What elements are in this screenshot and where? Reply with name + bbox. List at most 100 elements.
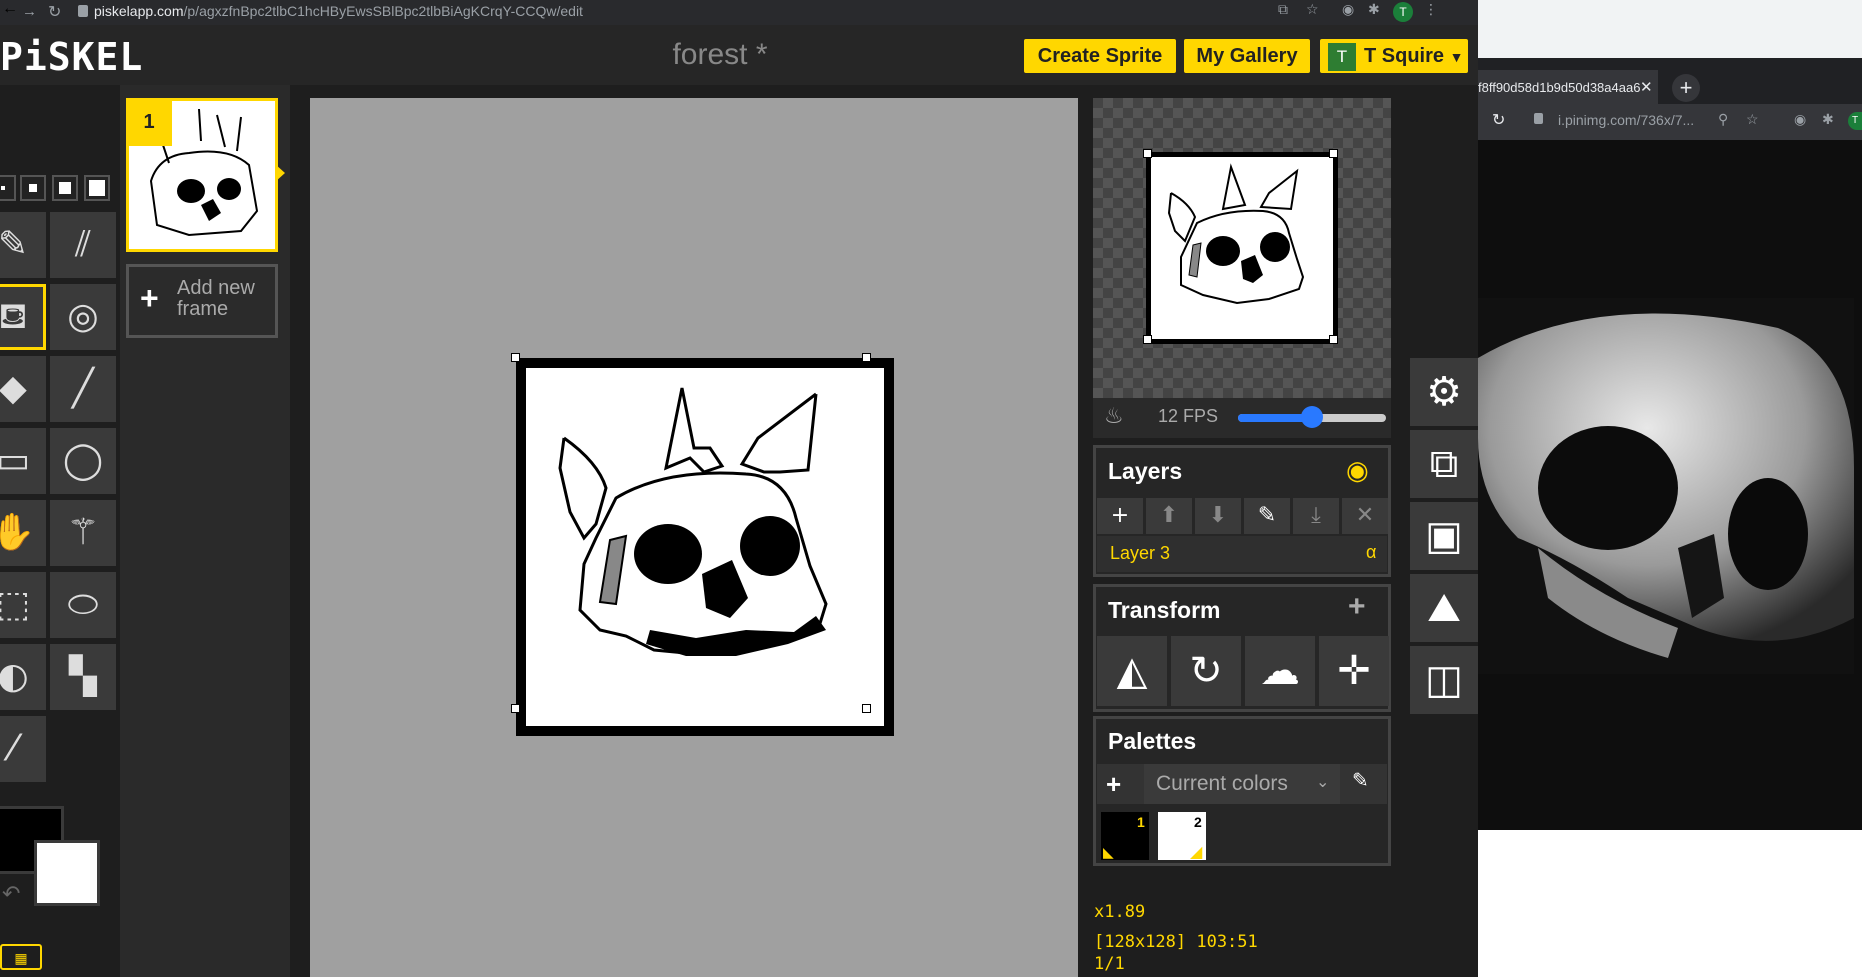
move-hand-tool[interactable]: ✋: [0, 500, 46, 566]
layers-title: Layers: [1108, 458, 1183, 484]
palette-swatch-index: 1: [1137, 814, 1145, 830]
user-avatar: T: [1328, 43, 1356, 71]
transform-add-icon[interactable]: +: [1348, 590, 1366, 624]
reload-icon[interactable]: ↻: [1492, 110, 1505, 129]
rectangle-selection-tool[interactable]: ⬚: [0, 572, 46, 638]
preview-handle: [1329, 335, 1338, 344]
skull-photo-render: [1478, 298, 1854, 674]
preview-handle: [1143, 149, 1152, 158]
pen-size-4[interactable]: [84, 175, 110, 201]
frame-number: 1: [126, 98, 172, 146]
layer-alpha-icon[interactable]: α: [1366, 542, 1376, 563]
skull-reference-photo[interactable]: [1478, 298, 1854, 674]
pen-size-3[interactable]: [52, 175, 78, 201]
transform-title: Transform: [1108, 597, 1221, 623]
magic-wand-tool[interactable]: ⚚: [50, 500, 116, 566]
palette-select-value: Current colors: [1156, 772, 1288, 795]
flip-icon[interactable]: ◭: [1097, 636, 1167, 706]
rectangle-tool[interactable]: ▭: [0, 428, 46, 494]
swap-colors-icon[interactable]: ↶: [2, 882, 20, 907]
resize-icon[interactable]: ⧉: [1410, 430, 1478, 498]
settings-gear-icon[interactable]: ⚙: [1410, 358, 1478, 426]
eye-icon[interactable]: ◉: [1346, 456, 1369, 486]
preview-sprite: [1146, 152, 1338, 344]
stroke-tool[interactable]: ╱: [50, 356, 116, 422]
user-name: T Squire: [1364, 45, 1445, 67]
palettes-title: Palettes: [1108, 728, 1197, 754]
forward-icon[interactable]: →: [22, 3, 37, 20]
preview-skull-drawing: [1167, 163, 1305, 305]
reload-icon[interactable]: ↻: [48, 2, 61, 22]
frame-counter: 1/1: [1094, 954, 1125, 974]
merge-layer-button[interactable]: ⤓: [1293, 498, 1339, 534]
zoom-level: x1.89: [1094, 902, 1146, 922]
profile-avatar[interactable]: T: [1393, 2, 1413, 22]
lock-icon: [1534, 113, 1543, 124]
onion-skin-icon[interactable]: ♨: [1104, 404, 1124, 429]
second-address-bar[interactable]: i.pinimg.com/736x/7...: [1558, 112, 1694, 128]
lock-icon: [78, 5, 88, 17]
zoom-icon[interactable]: ⚲: [1718, 111, 1728, 128]
delete-layer-button[interactable]: ✕: [1342, 498, 1388, 534]
canvas-resize-handle[interactable]: [511, 353, 520, 362]
bookmark-star-icon[interactable]: ☆: [1746, 111, 1759, 128]
lighten-tool[interactable]: ◐: [0, 644, 46, 710]
ellipse-tool[interactable]: ◯: [50, 428, 116, 494]
url-path: /p/agxzfnBpc2tlbC1hcHByEwsSBlBpc2tlbBiAg…: [183, 3, 583, 19]
skull-sprite-drawing: [558, 387, 828, 656]
palette-swatch-index: 2: [1194, 814, 1202, 830]
eraser-tool[interactable]: ◆: [0, 356, 46, 422]
tab-title: f8ff90d58d1b9d50d38a4aa6: [1478, 80, 1641, 95]
close-tab-icon[interactable]: ✕: [1640, 78, 1653, 96]
dithering-tool[interactable]: ▚: [50, 644, 116, 710]
menu-dots-icon[interactable]: ⋮: [1424, 2, 1438, 18]
puzzle-icon[interactable]: ✱: [1822, 111, 1834, 128]
edit-palette-icon[interactable]: ✎: [1352, 768, 1369, 792]
secondary-color-swatch[interactable]: [34, 840, 100, 906]
extension-icon[interactable]: ◉: [1342, 2, 1354, 18]
back-icon[interactable]: ←: [2, 0, 18, 18]
create-sprite-button[interactable]: Create Sprite: [1024, 39, 1176, 73]
add-layer-button[interactable]: +: [1097, 498, 1143, 534]
pen-size-1[interactable]: [0, 175, 16, 201]
clone-sheep-icon[interactable]: ☁: [1245, 636, 1315, 706]
layer-name: Layer 3: [1110, 543, 1171, 563]
rename-layer-button[interactable]: ✎: [1244, 498, 1290, 534]
new-tab-icon[interactable]: +: [1672, 74, 1700, 102]
secondary-marker-icon: ◢: [1190, 844, 1203, 861]
sprite-canvas[interactable]: [516, 358, 894, 736]
export-image-icon[interactable]: ⛰: [1410, 574, 1478, 642]
fps-slider-thumb[interactable]: [1301, 406, 1323, 428]
spray-bucket-tool[interactable]: ◎: [50, 284, 116, 350]
pen-size-2[interactable]: [20, 175, 46, 201]
plus-icon: +: [140, 280, 159, 316]
profile-avatar[interactable]: T: [1848, 112, 1862, 130]
keyboard-shortcuts-icon[interactable]: ▦: [0, 944, 42, 970]
my-gallery-button[interactable]: My Gallery: [1184, 39, 1310, 73]
translate-icon[interactable]: ⧉: [1278, 2, 1288, 18]
paint-bucket-tool[interactable]: ⛾: [0, 284, 46, 350]
chevron-down-icon: ▼: [1449, 49, 1464, 65]
address-bar[interactable]: piskelapp.com/p/agxzfnBpc2tlbC1hcHByEwsS…: [94, 3, 1264, 22]
canvas-resize-handle[interactable]: [862, 353, 871, 362]
rotate-icon[interactable]: ↻: [1171, 636, 1241, 706]
move-layer-down-button[interactable]: ⬇: [1195, 498, 1241, 534]
save-floppy-icon[interactable]: ▣: [1410, 502, 1478, 570]
canvas-resize-handle[interactable]: [862, 704, 871, 713]
puzzle-icon[interactable]: ✱: [1368, 2, 1380, 18]
extension-icon[interactable]: ◉: [1794, 111, 1806, 128]
add-palette-icon[interactable]: +: [1106, 764, 1121, 804]
piskel-logo[interactable]: PiSKEL: [0, 35, 143, 79]
size-and-cursor: [128x128] 103:51: [1094, 932, 1258, 952]
pen-tool[interactable]: ✎: [0, 212, 46, 278]
canvas-resize-handle[interactable]: [511, 704, 520, 713]
lasso-selection-tool[interactable]: ⬭: [50, 572, 116, 638]
color-picker-tool[interactable]: ⁄: [0, 716, 46, 782]
center-icon[interactable]: ✛: [1319, 636, 1389, 706]
move-layer-up-button[interactable]: ⬆: [1146, 498, 1192, 534]
bookmark-star-icon[interactable]: ☆: [1306, 2, 1319, 18]
add-frame-label-line1: Add new: [177, 277, 255, 299]
document-title: forest *: [672, 38, 768, 71]
vertical-mirror-pen-tool[interactable]: ⫽: [50, 212, 116, 278]
import-folder-icon[interactable]: ◫: [1410, 646, 1478, 714]
